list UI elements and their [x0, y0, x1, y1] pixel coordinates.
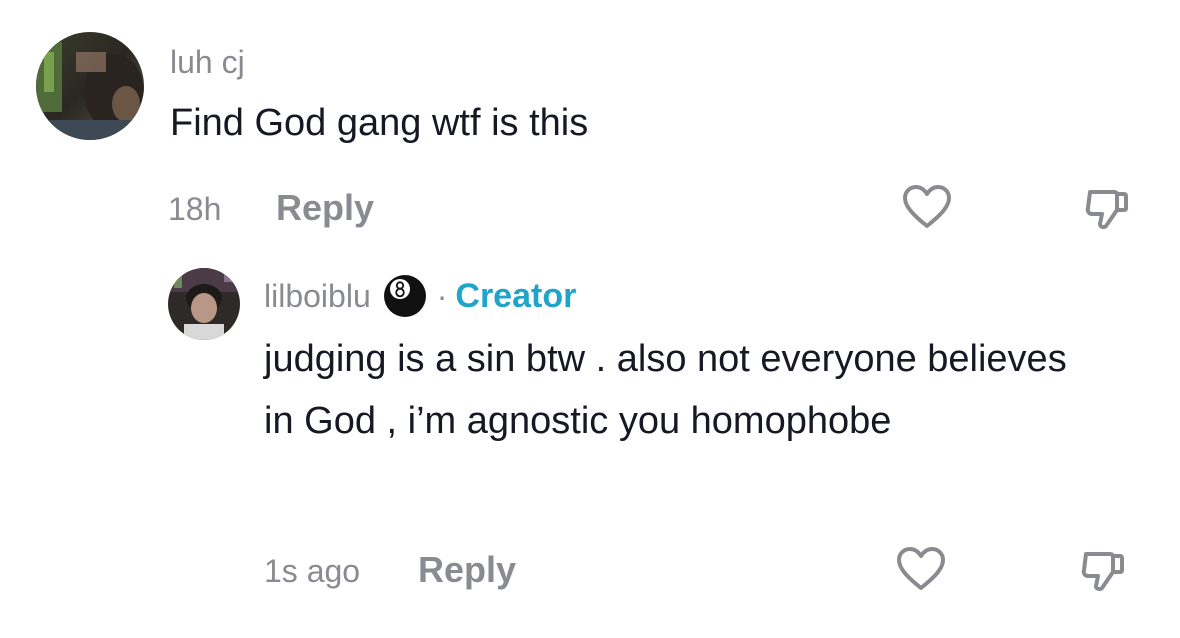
- dislike-icon: [1081, 552, 1124, 592]
- reply-header: lilboiblu · Creator: [264, 272, 576, 320]
- avatar-photo: [168, 268, 240, 340]
- comment-username[interactable]: luh cj: [170, 46, 245, 78]
- reply-timestamp: 1s ago: [264, 553, 361, 589]
- comment-text: Find God gang wtf is this: [170, 102, 589, 144]
- reply-avatar[interactable]: [168, 268, 240, 340]
- reply-text: judging is a sin btw . also not everyone…: [264, 338, 1067, 442]
- dislike-icon: [1085, 190, 1128, 230]
- avatar-photo: [36, 32, 144, 140]
- dislike-button[interactable]: [1080, 548, 1126, 594]
- reply-button[interactable]: Reply: [418, 552, 516, 588]
- eight-ball-emoji: [383, 274, 427, 318]
- creator-badge: Creator: [455, 276, 577, 315]
- comment-thread: luh cj Find God gang wtf is this 18h Rep…: [0, 0, 1180, 638]
- separator-dot: ·: [436, 277, 448, 314]
- reply-button[interactable]: Reply: [276, 190, 374, 226]
- reply-username[interactable]: lilboiblu: [264, 278, 371, 315]
- heart-icon: [897, 547, 945, 590]
- heart-icon: [903, 185, 951, 228]
- like-button[interactable]: [902, 184, 952, 230]
- dislike-button[interactable]: [1084, 186, 1130, 232]
- like-button[interactable]: [896, 546, 946, 592]
- avatar[interactable]: [36, 32, 144, 140]
- comment-timestamp: 18h: [168, 191, 222, 227]
